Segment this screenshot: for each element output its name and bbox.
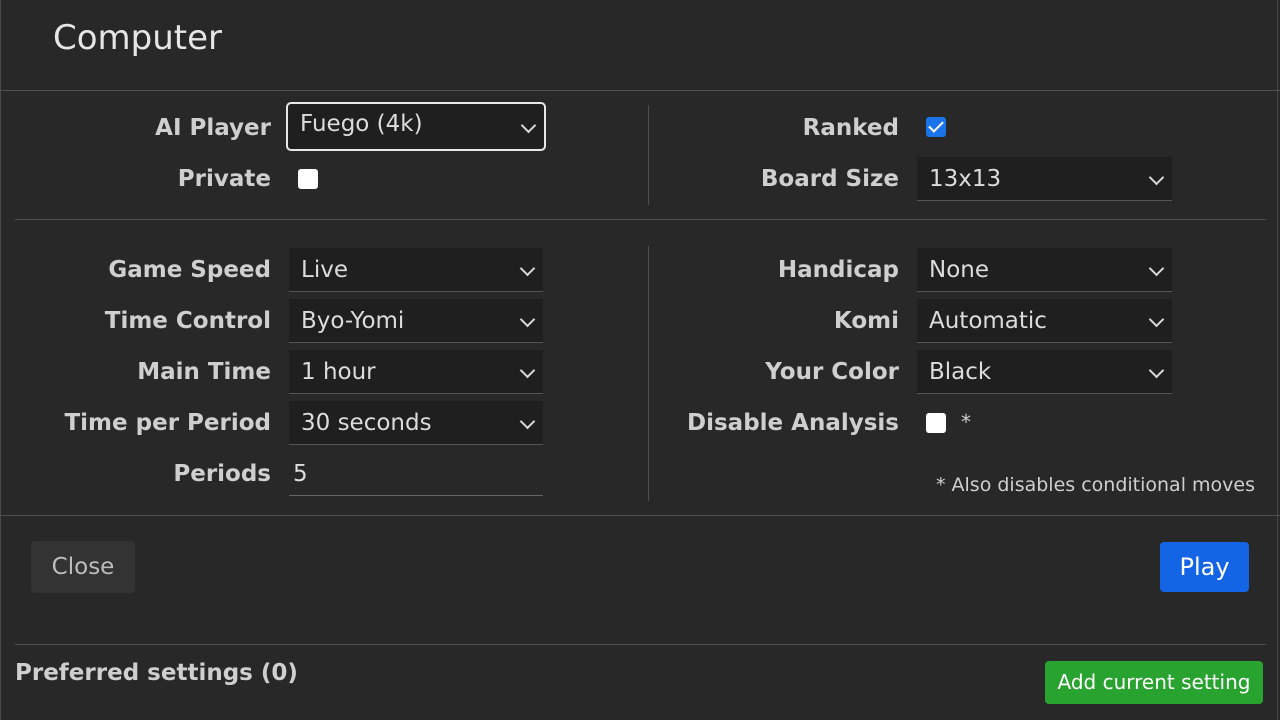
main-time-value: 1 hour <box>301 359 376 385</box>
game-speed-label: Game Speed <box>108 257 271 283</box>
disable-analysis-checkbox[interactable] <box>926 413 946 433</box>
periods-label: Periods <box>173 461 271 487</box>
time-control-label: Time Control <box>104 308 271 334</box>
play-button[interactable]: Play <box>1160 542 1249 592</box>
chevron-down-icon <box>1148 260 1165 276</box>
your-color-label: Your Color <box>765 359 899 385</box>
handicap-label: Handicap <box>777 257 899 283</box>
close-button[interactable]: Close <box>31 541 135 593</box>
asterisk-marker: * <box>961 410 971 434</box>
chevron-down-icon <box>519 260 536 276</box>
board-size-value: 13x13 <box>929 166 1002 192</box>
time-per-period-select[interactable]: 30 seconds <box>289 401 543 445</box>
private-checkbox[interactable] <box>298 169 318 189</box>
chevron-down-icon <box>519 413 536 429</box>
chevron-down-icon <box>1148 362 1165 378</box>
top-section-divider <box>648 105 649 205</box>
ranked-checkbox[interactable] <box>926 117 946 137</box>
ai-player-label: AI Player <box>155 115 271 141</box>
add-current-setting-button[interactable]: Add current setting <box>1045 661 1263 704</box>
private-label: Private <box>177 166 271 192</box>
dialog-header: Computer <box>1 0 1280 91</box>
ai-player-select[interactable]: Fuego (4k) <box>286 102 546 151</box>
your-color-select[interactable]: Black <box>917 350 1172 394</box>
chevron-down-icon <box>1148 169 1165 185</box>
main-time-select[interactable]: 1 hour <box>289 350 543 394</box>
computer-game-dialog: Computer AI Player Fuego (4k) Private Ra… <box>0 0 1280 720</box>
board-size-select[interactable]: 13x13 <box>917 157 1172 201</box>
handicap-value: None <box>929 257 990 283</box>
ranked-label: Ranked <box>802 115 899 141</box>
section-divider <box>15 219 1266 220</box>
time-control-select[interactable]: Byo-Yomi <box>289 299 543 343</box>
game-speed-select[interactable]: Live <box>289 248 543 292</box>
disable-analysis-label: Disable Analysis <box>687 410 899 436</box>
handicap-select[interactable]: None <box>917 248 1172 292</box>
ai-player-value: Fuego (4k) <box>300 111 423 137</box>
buttons-divider <box>1 515 1280 516</box>
middle-section-divider <box>648 246 649 501</box>
komi-label: Komi <box>833 308 899 334</box>
main-time-label: Main Time <box>137 359 271 385</box>
analysis-footnote: * Also disables conditional moves <box>935 474 1255 496</box>
komi-select[interactable]: Automatic <box>917 299 1172 343</box>
komi-value: Automatic <box>929 308 1047 334</box>
time-per-period-label: Time per Period <box>64 410 271 436</box>
dialog-title: Computer <box>53 18 223 58</box>
chevron-down-icon <box>519 311 536 327</box>
chevron-down-icon <box>519 362 536 378</box>
board-size-label: Board Size <box>760 166 899 192</box>
game-speed-value: Live <box>301 257 348 283</box>
preferred-settings-label: Preferred settings (0) <box>15 660 298 686</box>
chevron-down-icon <box>1148 311 1165 327</box>
your-color-value: Black <box>929 359 992 385</box>
preferred-divider <box>15 644 1266 645</box>
periods-input[interactable]: 5 <box>289 452 543 496</box>
time-control-value: Byo-Yomi <box>301 308 405 334</box>
chevron-down-icon <box>520 117 537 133</box>
time-per-period-value: 30 seconds <box>301 410 432 436</box>
